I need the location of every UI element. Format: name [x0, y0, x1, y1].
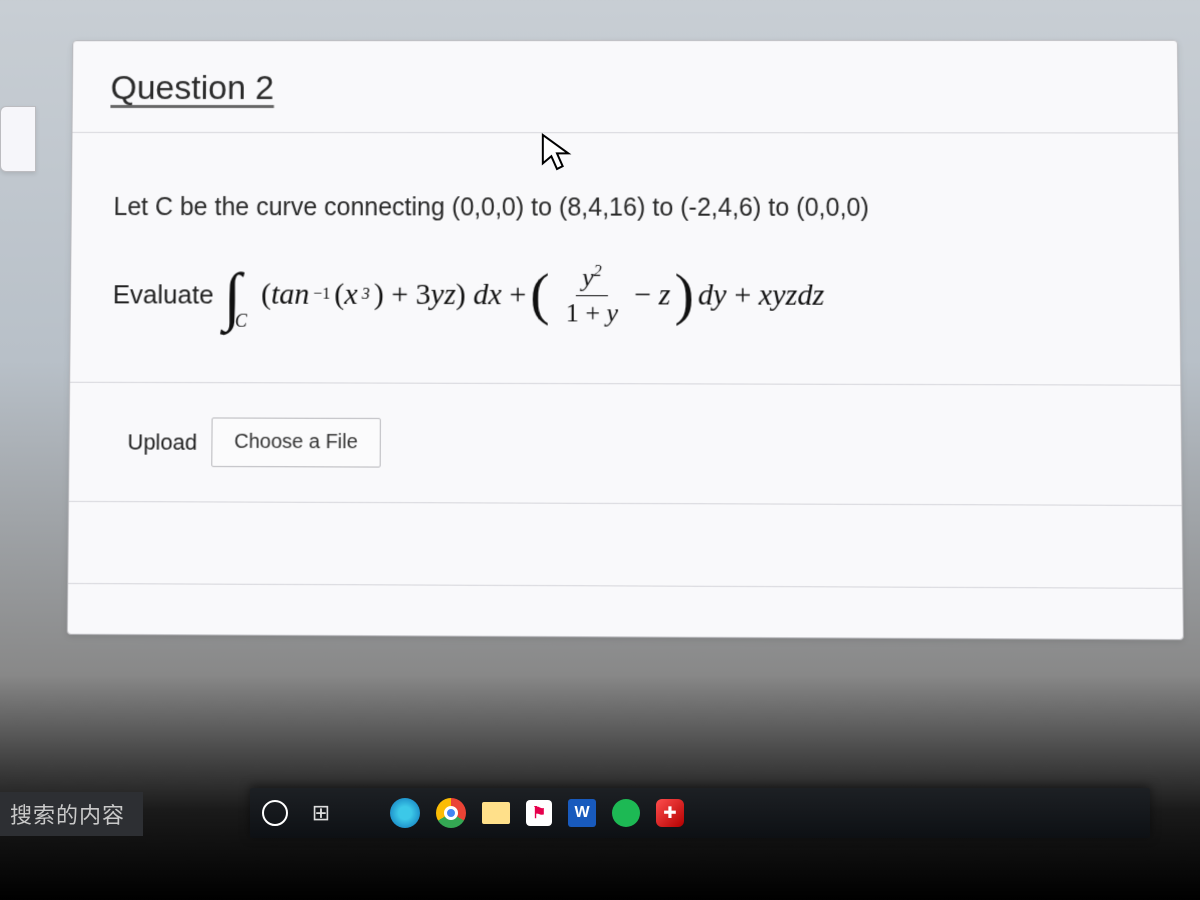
- upload-section: Upload Choose a File: [69, 382, 1182, 506]
- screen-area: Question 2 Let C be the curve connecting…: [27, 10, 1200, 661]
- big-paren-close: ): [675, 260, 695, 328]
- expr-part-1b: (x: [334, 278, 357, 312]
- fraction: y2 1 + y: [560, 262, 625, 328]
- upload-label: Upload: [127, 429, 197, 455]
- taskview-icon[interactable]: ⊞: [304, 796, 338, 830]
- evaluate-label: Evaluate: [113, 279, 214, 310]
- question-body: Let C be the curve connecting (0,0,0) to…: [68, 133, 1183, 639]
- search-input[interactable]: 搜索的内容: [0, 792, 143, 836]
- file-explorer-icon[interactable]: [482, 802, 510, 824]
- taskbar: ⊞ ⚑ W: [250, 788, 1150, 838]
- frac-num-y: y: [582, 262, 594, 291]
- expr-tail: dy + xyzdz: [698, 278, 824, 313]
- expr-minus-z: − z: [634, 278, 670, 312]
- card-footer-divider: [68, 583, 1183, 608]
- choose-file-button[interactable]: Choose a File: [211, 417, 381, 467]
- fraction-numerator: y2: [576, 262, 608, 295]
- expr-sup-3: 3: [362, 286, 370, 304]
- integral-expression: ∫ C (tan −1 (x 3 ) + 3yz) dx + ( y2 1 + …: [223, 257, 824, 333]
- expr-part-1a: (tan: [261, 277, 309, 311]
- expr-part-1c: ) + 3yz) dx +: [374, 278, 527, 313]
- question-header: Question 2: [72, 41, 1177, 134]
- question-title: Question 2: [110, 69, 274, 107]
- app-green-icon[interactable]: [612, 799, 640, 827]
- cortana-icon[interactable]: [262, 800, 288, 826]
- fraction-denominator: 1 + y: [560, 296, 625, 328]
- word-icon[interactable]: W: [568, 799, 596, 827]
- chrome-icon[interactable]: [436, 798, 466, 828]
- edge-icon[interactable]: [390, 798, 420, 828]
- evaluate-row: Evaluate ∫ C (tan −1 (x 3 ) + 3yz) dx + …: [112, 257, 1141, 334]
- store-icon[interactable]: ⚑: [526, 800, 552, 826]
- question-card: Question 2 Let C be the curve connecting…: [67, 40, 1184, 640]
- integral-subscript: C: [235, 310, 247, 331]
- curve-description: Let C be the curve connecting (0,0,0) to…: [113, 193, 1140, 223]
- app-red-icon[interactable]: [656, 799, 684, 827]
- expr-sup-neg1: −1: [313, 286, 330, 304]
- search-placeholder: 搜索的内容: [10, 798, 125, 830]
- frac-num-sup: 2: [594, 263, 602, 280]
- big-paren-open: (: [530, 259, 549, 327]
